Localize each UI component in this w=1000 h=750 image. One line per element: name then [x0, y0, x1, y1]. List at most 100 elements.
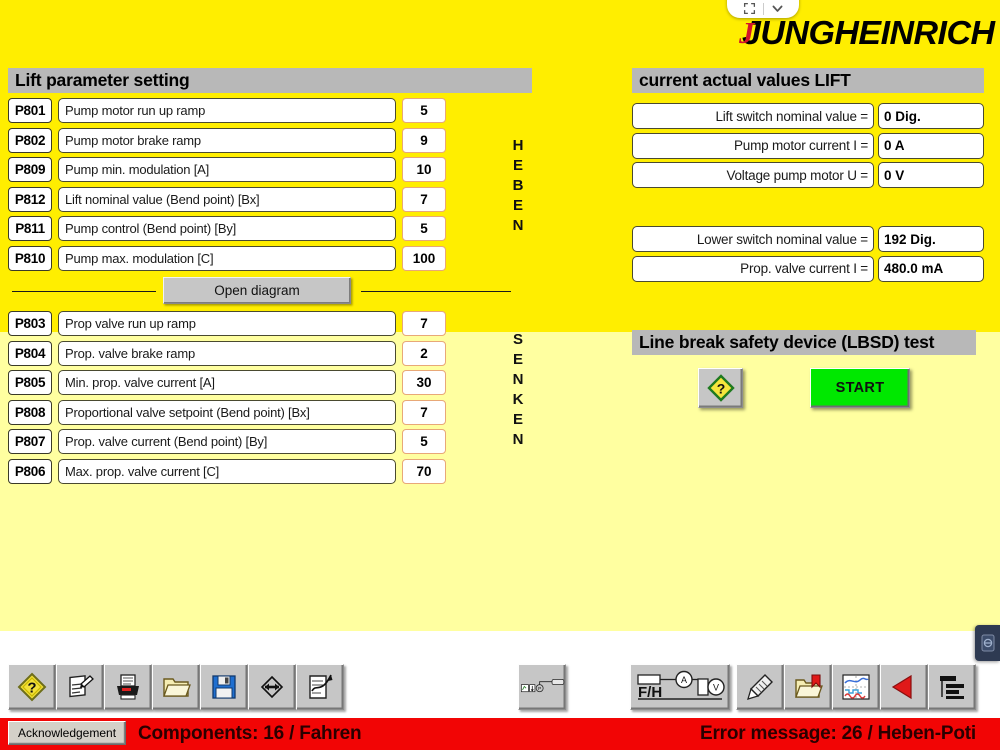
- print-button[interactable]: [104, 664, 152, 710]
- actual-value-readout: 480.0 mA: [878, 256, 984, 282]
- lbsd-help-button[interactable]: ?: [698, 368, 743, 408]
- left-triangle-icon: [889, 672, 919, 702]
- parameter-value-field[interactable]: 7: [402, 187, 446, 212]
- parameter-row: P808Proportional valve setpoint (Bend po…: [8, 400, 438, 425]
- screen-overlay-controls[interactable]: [727, 0, 799, 18]
- parameter-value-field[interactable]: 70: [402, 459, 446, 484]
- parameter-row: P801Pump motor run up ramp5: [8, 98, 438, 123]
- parameter-row: P812Lift nominal value (Bend point) [Bx]…: [8, 187, 438, 212]
- printer-icon: [113, 672, 143, 702]
- parameter-value-field[interactable]: 5: [402, 98, 446, 123]
- parameter-code: P812: [8, 187, 52, 212]
- folder-flag-button[interactable]: [784, 664, 832, 710]
- parameter-code: P807: [8, 429, 52, 454]
- lbsd-section-title: Line break safety device (LBSD) test: [632, 330, 976, 355]
- help-button[interactable]: ?: [8, 664, 56, 710]
- parameter-code: P804: [8, 341, 52, 366]
- group-letter: E: [508, 350, 528, 370]
- actual-value-readout: 0 V: [878, 162, 984, 188]
- folder-icon: [161, 672, 191, 702]
- divider-right: [361, 291, 511, 292]
- menu-list-button[interactable]: [928, 664, 976, 710]
- waveform-graph-icon: [841, 672, 871, 702]
- jungheinrich-logo: JUNGHEINRICH J: [742, 14, 992, 54]
- transfer-button[interactable]: [248, 664, 296, 710]
- parameter-row: P803Prop valve run up ramp7: [8, 311, 438, 336]
- diamond-arrows-icon: [257, 672, 287, 702]
- actual-value-label: Lower switch nominal value =: [632, 226, 874, 252]
- parameter-row: P811Pump control (Bend point) [By]5: [8, 216, 438, 241]
- parameter-value-field[interactable]: 2: [402, 341, 446, 366]
- chevron-down-icon[interactable]: [771, 2, 784, 15]
- parameter-row: P805Min. prop. valve current [A]30: [8, 370, 438, 395]
- parameter-value-field[interactable]: 9: [402, 128, 446, 153]
- parameter-code: P802: [8, 128, 52, 153]
- parameter-code: P809: [8, 157, 52, 182]
- lift-parameter-section-title: Lift parameter setting: [8, 68, 532, 93]
- group-letter: B: [508, 176, 528, 196]
- parameter-description-field[interactable]: Prop. valve brake ramp: [58, 341, 396, 366]
- parameter-code: P803: [8, 311, 52, 336]
- status-bar: Acknowledgement Components: 16 / Fahren …: [0, 718, 1000, 750]
- parameter-description-field[interactable]: Pump min. modulation [A]: [58, 157, 396, 182]
- parameter-code: P810: [8, 246, 52, 271]
- notes-button[interactable]: [56, 664, 104, 710]
- actual-value-readout: 0 A: [878, 133, 984, 159]
- parameter-description-field[interactable]: Pump max. modulation [C]: [58, 246, 396, 271]
- parameter-description-field[interactable]: Lift nominal value (Bend point) [Bx]: [58, 187, 396, 212]
- fh-circuit-icon: A V F/H: [634, 667, 726, 707]
- parameter-description-field[interactable]: Pump motor brake ramp: [58, 128, 396, 153]
- document-pencil-icon: [65, 672, 95, 702]
- open-folder-button[interactable]: [152, 664, 200, 710]
- group-letter: S: [508, 330, 528, 350]
- actual-value-row: Voltage pump motor U =0 V: [632, 162, 984, 188]
- probe-button[interactable]: [736, 664, 784, 710]
- parameter-row: P804Prop. valve brake ramp2: [8, 341, 438, 366]
- parameter-code: P805: [8, 370, 52, 395]
- parameter-row: P806Max. prop. valve current [C]70: [8, 459, 438, 484]
- application-window: JUNGHEINRICH J Lift parameter setting cu…: [0, 0, 1000, 750]
- save-button[interactable]: [200, 664, 248, 710]
- parameter-value-field[interactable]: 7: [402, 400, 446, 425]
- document-signature-icon: [305, 672, 335, 702]
- oscilloscope-button[interactable]: [832, 664, 880, 710]
- parameter-value-field[interactable]: 5: [402, 216, 446, 241]
- parameter-description-field[interactable]: Max. prop. valve current [C]: [58, 459, 396, 484]
- lbsd-start-button[interactable]: START: [810, 368, 910, 408]
- parameter-row: P807Prop. valve current (Bend point) [By…: [8, 429, 438, 454]
- parameter-value-field[interactable]: 10: [402, 157, 446, 182]
- parameter-code: P801: [8, 98, 52, 123]
- help-diamond-icon: ?: [17, 672, 47, 702]
- group-label-heben: HEBEN: [508, 136, 528, 236]
- parameter-description-field[interactable]: Min. prop. valve current [A]: [58, 370, 396, 395]
- status-error-message-text: Error message: 26 / Heben-Poti: [700, 718, 1000, 750]
- fullscreen-icon[interactable]: [743, 2, 756, 15]
- actual-value-label: Prop. valve current I =: [632, 256, 874, 282]
- device-widget[interactable]: [975, 625, 1000, 661]
- parameter-description-field[interactable]: Prop valve run up ramp: [58, 311, 396, 336]
- parameter-description-field[interactable]: Pump motor run up ramp: [58, 98, 396, 123]
- acknowledgement-button[interactable]: Acknowledgement: [8, 721, 126, 745]
- back-button[interactable]: [880, 664, 928, 710]
- svg-text:?: ?: [27, 680, 36, 697]
- actual-value-label: Lift switch nominal value =: [632, 103, 874, 129]
- parameter-value-field[interactable]: 100: [402, 246, 446, 271]
- signature-button[interactable]: [296, 664, 344, 710]
- parameter-value-field[interactable]: 7: [402, 311, 446, 336]
- parameter-value-field[interactable]: 5: [402, 429, 446, 454]
- group-letter: H: [508, 136, 528, 156]
- open-diagram-button[interactable]: Open diagram: [163, 277, 351, 304]
- parameter-value-field[interactable]: 30: [402, 370, 446, 395]
- group-letter: N: [508, 216, 528, 236]
- parameter-description-field[interactable]: Proportional valve setpoint (Bend point)…: [58, 400, 396, 425]
- parameter-description-field[interactable]: Pump control (Bend point) [By]: [58, 216, 396, 241]
- svg-text:P: P: [538, 686, 541, 691]
- parameter-code: P811: [8, 216, 52, 241]
- fh-measure-button[interactable]: A V F/H: [630, 664, 730, 710]
- sensor-test-button[interactable]: P: [518, 664, 566, 710]
- current-actual-values-section-title: current actual values LIFT: [632, 68, 984, 93]
- help-diamond-icon: ?: [707, 374, 735, 402]
- group-letter: E: [508, 156, 528, 176]
- parameter-row: P802Pump motor brake ramp9: [8, 128, 438, 153]
- parameter-description-field[interactable]: Prop. valve current (Bend point) [By]: [58, 429, 396, 454]
